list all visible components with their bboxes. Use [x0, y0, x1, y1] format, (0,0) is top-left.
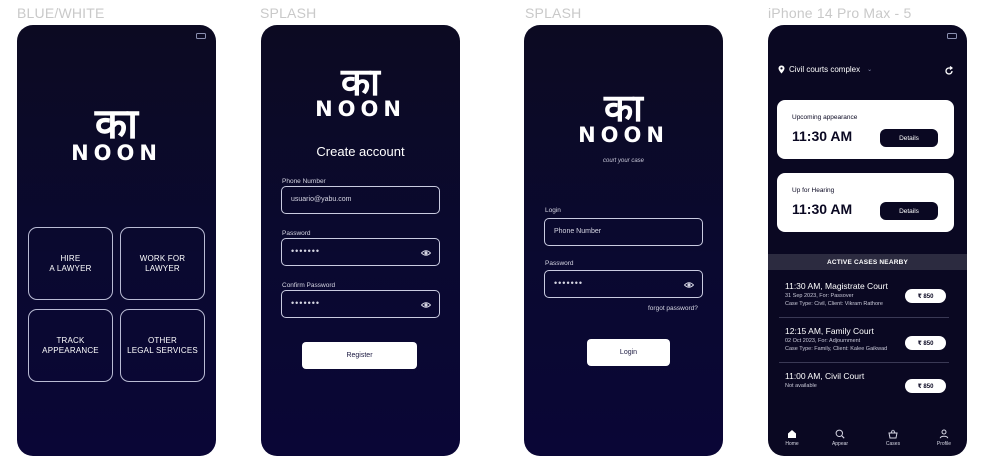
login-label: Login [545, 207, 561, 214]
nav-cases-label: Cases [885, 441, 901, 447]
brand-devanagari: का [340, 60, 381, 104]
fee-badge[interactable]: ₹ 850 [905, 289, 946, 303]
brand-logo: का NOON [17, 103, 216, 164]
brand-tagline: court your case [602, 158, 645, 164]
phone-number-field[interactable]: usuario@yabu.com [281, 186, 440, 214]
location-pin-icon [778, 65, 785, 74]
card-label: Upcoming appearance [792, 114, 858, 121]
user-icon [939, 429, 949, 439]
refresh-icon[interactable] [944, 66, 954, 76]
active-cases-header: ACTIVE CASES NEARBY [768, 254, 967, 270]
track-appearance-button[interactable]: TRACK APPEARANCE [28, 309, 113, 382]
login-button-label: Login [619, 349, 638, 356]
forgot-password-link[interactable]: forgot password? [648, 305, 698, 312]
register-button-label: Register [346, 352, 373, 359]
brand-wordmark: NOON [71, 141, 162, 165]
case-list-item[interactable]: 11:30 AM, Magistrate Court 31 Sep 2023, … [785, 281, 948, 307]
details-button-label: Details [899, 207, 919, 215]
track-appearance-label: TRACK APPEARANCE [42, 335, 99, 355]
card-label: Up for Hearing [792, 187, 835, 194]
card-time: 11:30 AM [792, 201, 853, 217]
location-name: Civil courts complex [789, 65, 861, 74]
nav-appear[interactable]: Appear [825, 429, 855, 447]
phone-dashboard-screen: Civil courts complex ⌄ Upcoming appearan… [768, 25, 967, 456]
brand-devanagari: का [603, 86, 644, 130]
hire-lawyer-label: HIRE A LAWYER [49, 253, 92, 273]
phone-login-screen: का NOON court your case Login Phone Numb… [524, 25, 723, 456]
nav-appear-label: Appear [831, 441, 849, 447]
work-for-lawyer-button[interactable]: WORK FOR LAWYER [120, 227, 205, 300]
fee-amount: ₹ 850 [917, 293, 934, 300]
eye-icon[interactable] [421, 300, 431, 310]
case-list-item[interactable]: 12:15 AM, Family Court 02 Oct 2023, For:… [785, 326, 948, 352]
details-button[interactable]: Details [880, 202, 938, 220]
up-for-hearing-card: Up for Hearing 11:30 AM Details [777, 173, 954, 232]
password-input[interactable]: ••••••• [544, 270, 703, 298]
frame-label-splash-2: SPLASH [525, 5, 582, 21]
details-button-label: Details [899, 134, 919, 142]
case-list-item[interactable]: 11:00 AM, Civil Court Not available ₹ 85… [785, 371, 948, 393]
page-title: Create account [316, 144, 405, 159]
frame-label-blue-white: BLUE/WHITE [17, 5, 105, 21]
details-button[interactable]: Details [880, 129, 938, 147]
register-button[interactable]: Register [302, 342, 417, 369]
login-button[interactable]: Login [587, 339, 670, 366]
phone-register-screen: का NOON Create account Phone Number usua… [261, 25, 460, 456]
other-legal-services-label: OTHER LEGAL SERVICES [127, 335, 198, 355]
eye-icon[interactable] [421, 248, 431, 258]
divider [779, 317, 949, 318]
nav-home[interactable]: Home [777, 429, 807, 447]
battery-icon [947, 33, 957, 39]
nav-profile[interactable]: Profile [929, 429, 959, 447]
password-label: Password [545, 260, 574, 267]
confirm-password-value: ••••••• [291, 298, 321, 308]
eye-icon[interactable] [684, 280, 694, 290]
location-selector[interactable]: Civil courts complex ⌄ [778, 65, 872, 74]
case-title: 12:15 AM, Family Court [785, 326, 874, 336]
other-legal-services-button[interactable]: OTHER LEGAL SERVICES [120, 309, 205, 382]
fee-amount: ₹ 850 [917, 340, 934, 347]
search-icon [835, 429, 845, 439]
password-value: ••••••• [554, 278, 584, 288]
fee-amount: ₹ 850 [917, 383, 934, 390]
phone-number-value: usuario@yabu.com [291, 196, 352, 203]
nav-cases[interactable]: Cases [878, 429, 908, 447]
fee-badge[interactable]: ₹ 850 [905, 379, 946, 393]
frame-label-iphone: iPhone 14 Pro Max - 5 [768, 5, 912, 21]
brand-logo: का NOON [524, 89, 723, 146]
password-value: ••••••• [291, 246, 321, 256]
brand-logo: का NOON [261, 63, 460, 120]
card-time: 11:30 AM [792, 128, 853, 144]
nav-home-label: Home [785, 441, 799, 447]
phone-number-input[interactable]: Phone Number [544, 218, 703, 246]
phone-home-screen: का NOON HIRE A LAWYER WORK FOR LAWYER TR… [17, 25, 216, 456]
home-icon [788, 430, 796, 438]
section-title: ACTIVE CASES NEARBY [826, 258, 909, 266]
fee-badge[interactable]: ₹ 850 [905, 336, 946, 350]
battery-icon [196, 33, 206, 39]
frame-label-splash-1: SPLASH [260, 5, 317, 21]
hire-lawyer-button[interactable]: HIRE A LAWYER [28, 227, 113, 300]
nav-profile-label: Profile [936, 441, 952, 447]
phone-number-placeholder: Phone Number [554, 228, 602, 235]
password-field[interactable]: ••••••• [281, 238, 440, 266]
brand-wordmark: NOON [578, 123, 669, 147]
work-for-lawyer-label: WORK FOR LAWYER [139, 253, 186, 273]
confirm-password-label: Confirm Password [282, 282, 336, 289]
brand-devanagari: का [94, 99, 139, 148]
password-label: Password [282, 230, 311, 237]
divider [779, 362, 949, 363]
brand-wordmark: NOON [315, 97, 406, 121]
upcoming-appearance-card: Upcoming appearance 11:30 AM Details [777, 100, 954, 159]
chevron-down-icon: ⌄ [867, 67, 873, 73]
confirm-password-field[interactable]: ••••••• [281, 290, 440, 318]
basket-icon [888, 429, 898, 439]
phone-number-label: Phone Number [282, 178, 326, 185]
